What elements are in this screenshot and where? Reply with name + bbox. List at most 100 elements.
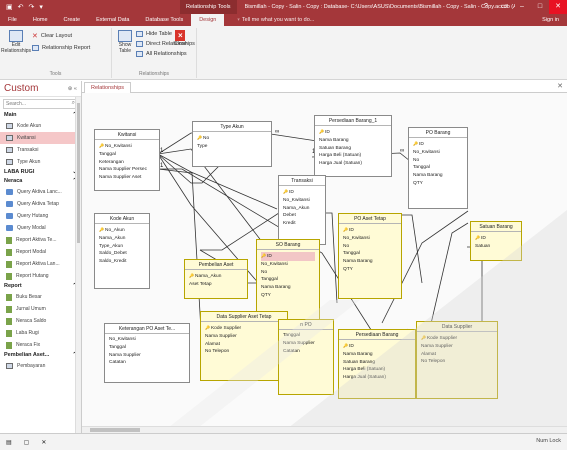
primary-key-field[interactable]: ID <box>343 342 411 351</box>
table-field[interactable]: Nama_Akun <box>283 205 321 213</box>
primary-key-field[interactable]: ID <box>283 188 321 197</box>
table-field[interactable]: Nama Supplier <box>283 340 329 348</box>
nav-item[interactable]: Pembayaran <box>0 360 81 372</box>
table-field[interactable]: Harga Jual (Satuan) <box>343 374 411 382</box>
close-document-icon[interactable]: ✕ <box>557 82 563 90</box>
table-field[interactable]: Kredit <box>283 220 321 228</box>
table-field[interactable]: QTY <box>343 266 397 274</box>
nav-search-input[interactable]: Search... <box>3 99 78 109</box>
table-field[interactable]: Satuan <box>475 243 517 251</box>
nav-item[interactable]: Neraca Saldo <box>0 315 81 327</box>
tab-database-tools[interactable]: Database Tools <box>137 14 191 26</box>
form-view-icon[interactable]: ▤ <box>6 439 12 446</box>
nav-group-header[interactable]: Neraca⌃ <box>0 177 81 186</box>
table-data-supplier[interactable]: Data Supplier Kode SupplierNama SupplierA… <box>416 321 498 399</box>
table-po-aset-tetap[interactable]: PO Aset TetapIDNo_KwitansiNoTanggalNama … <box>338 213 402 299</box>
table-field[interactable]: No_Kwitansi <box>283 197 321 205</box>
table-title[interactable]: Kode Akun <box>95 214 149 224</box>
sign-in-link[interactable]: Sign in <box>534 14 567 26</box>
table-pembelian-aset[interactable]: Pembelian AsetNama_AkunAset Tetap <box>184 259 248 299</box>
nav-collapse-icon[interactable]: ⊛ « <box>68 86 77 92</box>
relationships-canvas[interactable]: 1 1 ∞ ∞ 1 ∞ 1 1 ∞ 1 KwitansiNo_KwitansiT… <box>82 93 567 426</box>
nav-group-header[interactable]: LABA RUGI⌄ <box>0 168 81 177</box>
primary-key-field[interactable]: Kode Supplier <box>205 324 283 333</box>
redo-icon[interactable]: ↷ <box>29 3 35 11</box>
tell-me-box[interactable]: ♀ Tell me what you want to do... <box>228 14 322 26</box>
table-field[interactable]: No Telepon <box>205 348 283 356</box>
table-field[interactable]: Nama Supplier Aset <box>99 174 155 182</box>
table-field[interactable]: Nama Supplier Persec <box>99 166 155 174</box>
table-field[interactable]: QTY <box>261 292 315 300</box>
table-field[interactable]: Catatan <box>283 348 329 356</box>
table-field[interactable]: Debet <box>283 212 321 220</box>
nav-item[interactable]: Report Modal <box>0 246 81 258</box>
table-field[interactable]: Saldo_Kredit <box>99 258 145 266</box>
table-field[interactable]: Satuan Barang <box>319 145 387 153</box>
table-field[interactable]: Tanggal <box>99 151 155 159</box>
primary-key-field[interactable]: ID <box>343 226 397 235</box>
nav-item[interactable]: Query Hutang <box>0 210 81 222</box>
nav-item[interactable]: Report Hutang <box>0 270 81 282</box>
nav-group-header[interactable]: Report⌃ <box>0 282 81 291</box>
tab-file[interactable]: File <box>0 14 25 26</box>
table-field[interactable]: No <box>413 157 463 165</box>
table-title[interactable]: n PO <box>279 320 333 330</box>
table-title[interactable]: Transaksi <box>279 176 325 186</box>
table-title[interactable]: Keterangan PO Aset Te... <box>105 324 189 334</box>
table-title[interactable]: Satuan Barang <box>471 222 521 232</box>
table-field[interactable]: Saldo_Debet <box>99 250 145 258</box>
tab-home[interactable]: Home <box>25 14 56 26</box>
table-po-barang[interactable]: PO BarangIDNo_KwitansiNoTanggalNama Bara… <box>408 127 468 209</box>
table-persediaan-barang-1[interactable]: Persediaan Barang_1IDNama BarangSatuan B… <box>314 115 392 177</box>
relationship-report-button[interactable]: Relationship Report <box>32 45 90 51</box>
table-satuan-barang[interactable]: Satuan Barang IDSatuan <box>470 221 522 261</box>
table-field[interactable]: No <box>261 269 315 277</box>
canvas-horizontal-scrollbar[interactable] <box>82 426 567 433</box>
table-field[interactable]: Nama Supplier <box>421 343 493 351</box>
table-field[interactable]: No_Kwitansi <box>413 149 463 157</box>
table-title[interactable]: Persediaan Barang_1 <box>315 116 391 126</box>
clear-layout-button[interactable]: ✕ Clear Layout <box>32 32 72 40</box>
primary-key-field[interactable]: Kode Supplier <box>421 334 493 343</box>
table-title[interactable]: PO Barang <box>409 128 467 138</box>
table-field[interactable]: Tanggal <box>109 344 185 352</box>
table-field[interactable]: Alamat <box>421 351 493 359</box>
nav-item[interactable]: Type Akun <box>0 156 81 168</box>
nav-item[interactable]: Query Modal <box>0 222 81 234</box>
table-field[interactable]: Tanggal <box>343 250 397 258</box>
close-button[interactable]: ✕ <box>549 0 567 14</box>
maximize-button[interactable]: □ <box>531 0 549 14</box>
primary-key-field[interactable]: ID <box>475 234 517 243</box>
save-icon[interactable]: ▣ <box>6 3 13 11</box>
table-field[interactable]: Tanggal <box>283 332 329 340</box>
table-field[interactable]: QTY <box>413 180 463 188</box>
table-title[interactable]: Kwitansi <box>95 130 159 140</box>
table-field[interactable]: Keterangan <box>99 159 155 167</box>
tab-external-data[interactable]: External Data <box>88 14 137 26</box>
table-field[interactable]: Aset Tetap <box>189 281 243 289</box>
nav-item[interactable]: Kode Akun <box>0 120 81 132</box>
table-field[interactable]: Tanggal <box>261 276 315 284</box>
nav-item[interactable]: Kwitansi <box>0 132 81 144</box>
nav-item[interactable]: Report Aktiva Te... <box>0 234 81 246</box>
nav-scrollbar[interactable] <box>75 97 81 433</box>
table-field[interactable]: Nama Barang <box>343 258 397 266</box>
tab-create[interactable]: Create <box>56 14 89 26</box>
table-field[interactable]: No_Kwitansi <box>109 336 185 344</box>
table-kode-akun[interactable]: Kode AkunNo_AkunNama_AkunType_AkunSaldo_… <box>94 213 150 289</box>
table-data-supplier-aset-tetap[interactable]: Data Supplier Aset TetapKode SupplierNam… <box>200 311 288 381</box>
table-title[interactable]: Pembelian Aset <box>185 260 247 270</box>
nav-item[interactable]: Laba Rugi <box>0 327 81 339</box>
table-persediaan-barang[interactable]: Persediaan BarangIDNama BarangSatuan Bar… <box>338 329 416 399</box>
primary-key-field[interactable]: ID <box>261 252 315 261</box>
table-title[interactable]: Persediaan Barang <box>339 330 415 340</box>
table-title[interactable]: Type Akun <box>193 122 271 132</box>
show-table-button[interactable]: Show Table <box>115 30 135 54</box>
table-field[interactable]: No <box>343 243 397 251</box>
table-title[interactable]: Data Supplier Aset Tetap <box>201 312 287 322</box>
table-title[interactable]: Data Supplier <box>417 322 497 332</box>
table-field[interactable]: Nama Barang <box>413 172 463 180</box>
datasheet-view-icon[interactable]: ▢ <box>24 439 30 446</box>
table-type-akun[interactable]: Type AkunNoType <box>192 121 272 167</box>
table-field[interactable]: Nama_Akun <box>99 235 145 243</box>
